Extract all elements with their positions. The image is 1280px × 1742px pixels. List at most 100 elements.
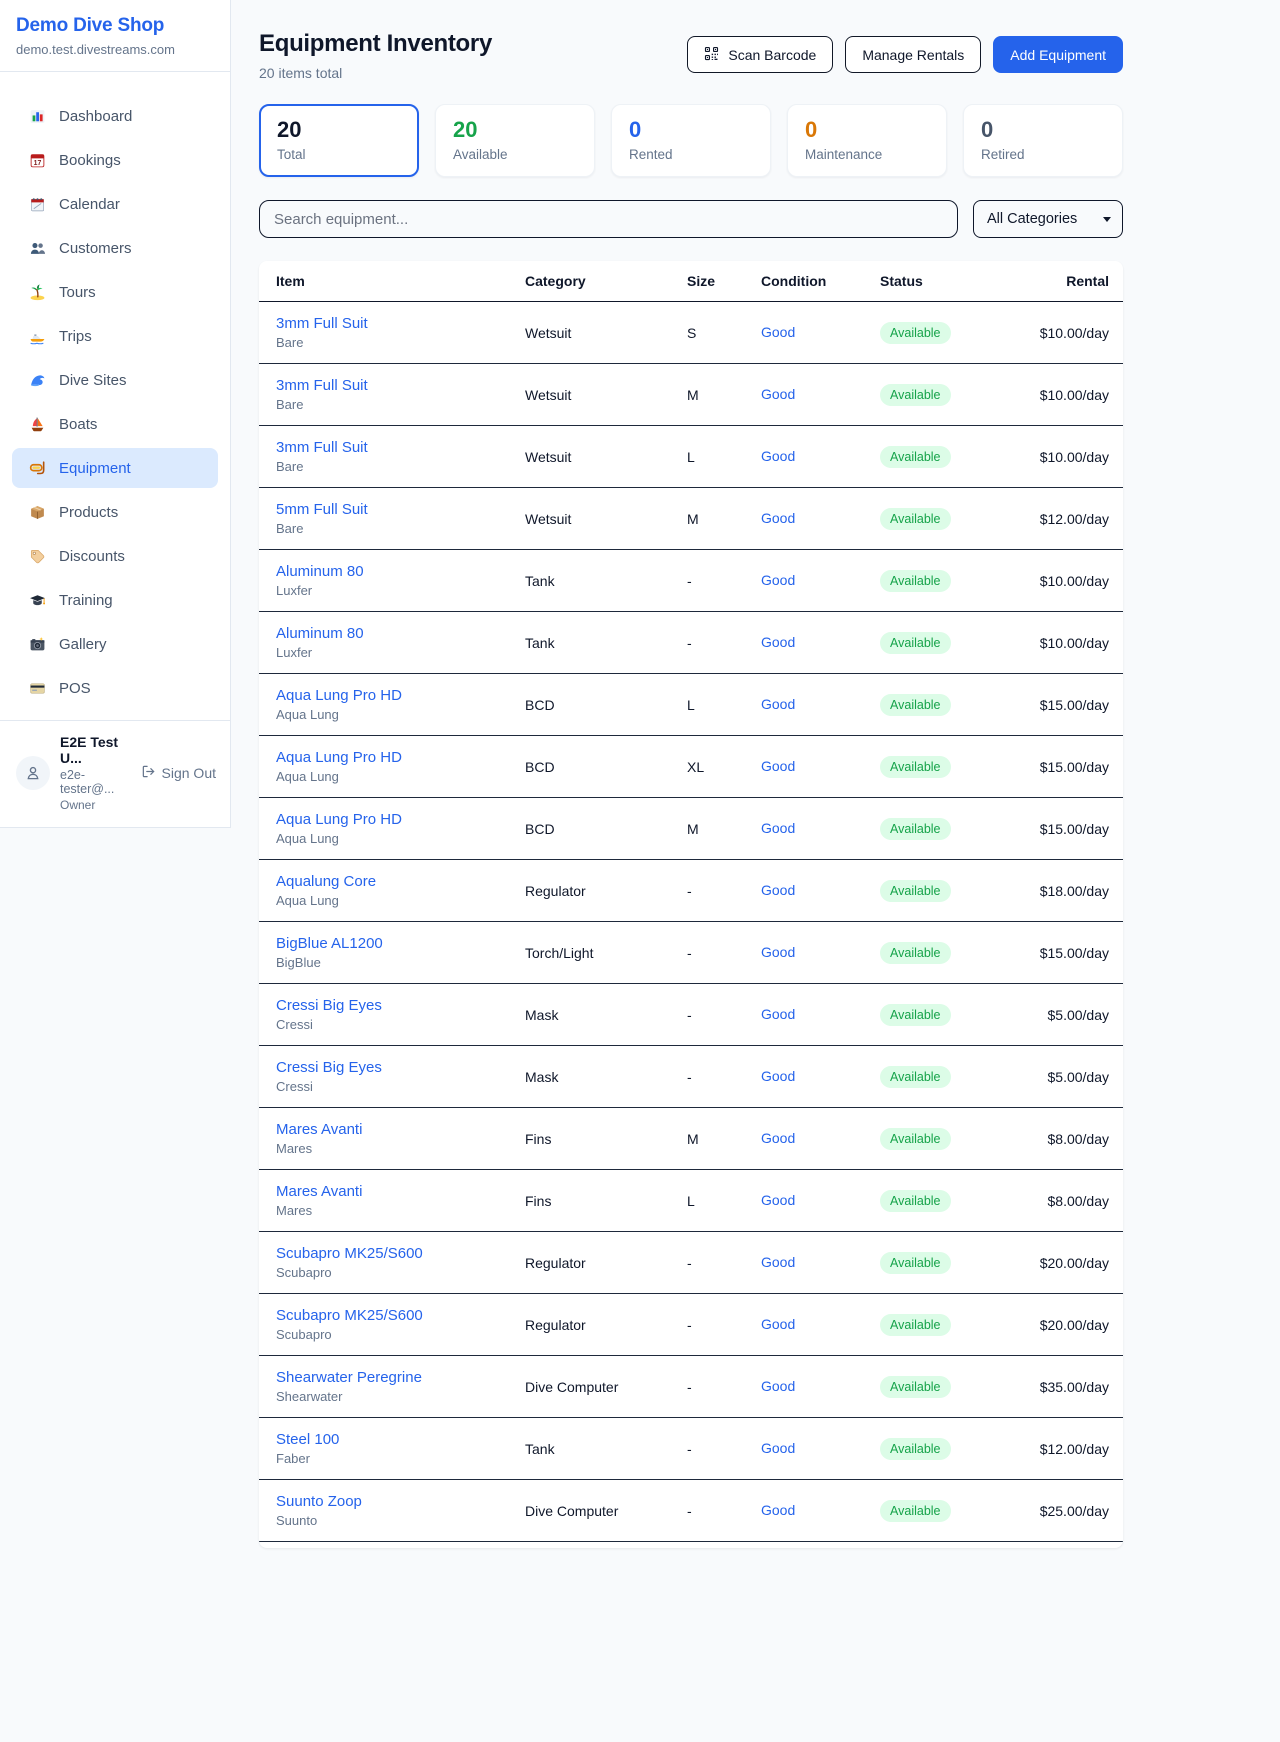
item-name-link[interactable]: BigBlue AL1200: [276, 935, 525, 952]
condition-link[interactable]: Good: [761, 634, 795, 650]
table-row: Cressi Big EyesCressiMask-GoodAvailable$…: [259, 1046, 1123, 1108]
sidebar-item-training[interactable]: Training: [12, 580, 218, 620]
user-email: e2e-tester@...: [60, 768, 131, 796]
sidebar-item-label: Gallery: [59, 636, 107, 653]
item-name-link[interactable]: Cressi Big Eyes: [276, 1059, 525, 1076]
table-row: 3mm Full SuitBareWetsuitMGoodAvailable$1…: [259, 364, 1123, 426]
sidebar-item-tours[interactable]: Tours: [12, 272, 218, 312]
sidebar-item-pos[interactable]: POS: [12, 668, 218, 708]
item-name-link[interactable]: Shearwater Peregrine: [276, 1369, 525, 1386]
item-brand: BigBlue: [276, 955, 525, 970]
condition-link[interactable]: Good: [761, 1502, 795, 1518]
category-cell: Regulator: [525, 883, 687, 899]
sidebar-item-boats[interactable]: Boats: [12, 404, 218, 444]
size-cell: -: [687, 883, 761, 899]
rental-price-cell: $20.00/day: [1012, 1317, 1109, 1333]
stat-card-retired[interactable]: 0Retired: [963, 104, 1123, 177]
scan-barcode-button[interactable]: Scan Barcode: [687, 36, 833, 73]
status-badge: Available: [880, 1004, 951, 1026]
item-brand: Luxfer: [276, 645, 525, 660]
item-name-link[interactable]: 3mm Full Suit: [276, 439, 525, 456]
stat-card-available[interactable]: 20Available: [435, 104, 595, 177]
item-cell: Steel 100Faber: [276, 1431, 525, 1466]
stat-card-total[interactable]: 20Total: [259, 104, 419, 177]
condition-link[interactable]: Good: [761, 386, 795, 402]
item-name-link[interactable]: Mares Avanti: [276, 1121, 525, 1138]
item-name-link[interactable]: Aluminum 80: [276, 625, 525, 642]
category-cell: Mask: [525, 1007, 687, 1023]
sidebar-item-trips[interactable]: Trips: [12, 316, 218, 356]
add-equipment-button[interactable]: Add Equipment: [993, 36, 1123, 73]
page-title: Equipment Inventory: [259, 30, 492, 58]
item-name-link[interactable]: Steel 100: [276, 1431, 525, 1448]
item-name-link[interactable]: 3mm Full Suit: [276, 315, 525, 332]
item-name-link[interactable]: Suunto Zoop: [276, 1493, 525, 1510]
item-cell: Cressi Big Eyes Cressi: [276, 1059, 525, 1094]
category-cell: Dive Computer: [525, 1379, 687, 1395]
sidebar-item-customers[interactable]: Customers: [12, 228, 218, 268]
stat-value: 20: [277, 118, 401, 142]
category-cell: BCD: [525, 697, 687, 713]
sidebar-item-calendar[interactable]: Calendar: [12, 184, 218, 224]
category-select-value: All Categories: [987, 211, 1077, 227]
item-cell: Scubapro MK25/S600Scubapro: [276, 1245, 525, 1280]
svg-text:17: 17: [33, 159, 41, 166]
status-badge: Available: [880, 322, 951, 344]
item-name-link[interactable]: 3mm Full Suit: [276, 377, 525, 394]
sidebar-item-label: Training: [59, 592, 113, 609]
item-brand: Mares: [276, 1203, 525, 1218]
condition-link[interactable]: Good: [761, 510, 795, 526]
table-body: 3mm Full SuitBareWetsuitSGoodAvailable$1…: [259, 302, 1123, 1542]
condition-link[interactable]: Good: [761, 1440, 795, 1456]
sidebar-item-products[interactable]: Products: [12, 492, 218, 532]
category-cell: Regulator: [525, 1255, 687, 1271]
size-cell: -: [687, 635, 761, 651]
condition-link[interactable]: Good: [761, 1006, 795, 1022]
item-name-link[interactable]: Aqua Lung Pro HD: [276, 749, 525, 766]
condition-link[interactable]: Good: [761, 1130, 795, 1146]
stat-card-maintenance[interactable]: 0Maintenance: [787, 104, 947, 177]
item-name-link[interactable]: Cressi Big Eyes: [276, 997, 525, 1014]
condition-link[interactable]: Good: [761, 944, 795, 960]
item-name-link[interactable]: Mares Avanti: [276, 1183, 525, 1200]
condition-link[interactable]: Good: [761, 448, 795, 464]
search-input[interactable]: [259, 200, 958, 238]
item-cell: BigBlue AL1200 BigBlue: [276, 935, 525, 970]
sidebar-item-discounts[interactable]: Discounts: [12, 536, 218, 576]
item-brand: Cressi: [276, 1017, 525, 1032]
stat-label: Rented: [629, 147, 753, 162]
condition-link[interactable]: Good: [761, 1192, 795, 1208]
rental-price-cell: $10.00/day: [1012, 325, 1109, 341]
brand-name[interactable]: Demo Dive Shop: [16, 15, 214, 37]
category-select[interactable]: All Categories: [973, 200, 1123, 238]
sidebar-item-dashboard[interactable]: Dashboard: [12, 96, 218, 136]
size-cell: M: [687, 821, 761, 837]
condition-link[interactable]: Good: [761, 758, 795, 774]
sidebar-item-gallery[interactable]: Gallery: [12, 624, 218, 664]
item-name-link[interactable]: Aluminum 80: [276, 563, 525, 580]
manage-rentals-button[interactable]: Manage Rentals: [845, 36, 981, 73]
condition-link[interactable]: Good: [761, 696, 795, 712]
condition-link[interactable]: Good: [761, 1068, 795, 1084]
page-header: Equipment Inventory 20 items total Scan …: [259, 30, 1123, 81]
condition-link[interactable]: Good: [761, 1378, 795, 1394]
sign-out-button[interactable]: Sign Out: [141, 764, 216, 782]
item-name-link[interactable]: Scubapro MK25/S600: [276, 1245, 525, 1262]
condition-link[interactable]: Good: [761, 1316, 795, 1332]
condition-link[interactable]: Good: [761, 1254, 795, 1270]
sidebar-item-equipment[interactable]: Equipment: [12, 448, 218, 488]
condition-link[interactable]: Good: [761, 572, 795, 588]
item-name-link[interactable]: Aqua Lung Pro HD: [276, 811, 525, 828]
status-badge: Available: [880, 1190, 951, 1212]
stat-card-rented[interactable]: 0Rented: [611, 104, 771, 177]
item-name-link[interactable]: Aqualung Core: [276, 873, 525, 890]
item-name-link[interactable]: 5mm Full Suit: [276, 501, 525, 518]
item-brand: Cressi: [276, 1079, 525, 1094]
condition-link[interactable]: Good: [761, 882, 795, 898]
condition-link[interactable]: Good: [761, 324, 795, 340]
condition-link[interactable]: Good: [761, 820, 795, 836]
item-name-link[interactable]: Aqua Lung Pro HD: [276, 687, 525, 704]
item-name-link[interactable]: Scubapro MK25/S600: [276, 1307, 525, 1324]
sidebar-item-bookings[interactable]: 17Bookings: [12, 140, 218, 180]
sidebar-item-dive-sites[interactable]: Dive Sites: [12, 360, 218, 400]
